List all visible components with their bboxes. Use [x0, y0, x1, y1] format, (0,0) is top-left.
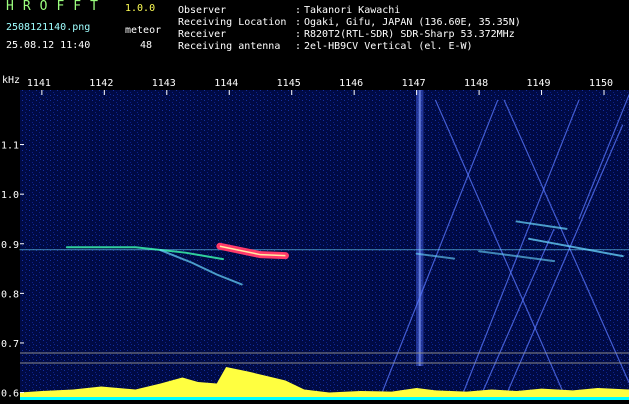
x-tick-label-1146: 1146	[339, 78, 363, 89]
x-tick-label-1148: 1148	[464, 78, 488, 89]
observer-colon: :	[295, 5, 302, 16]
x-tick-label-1149: 1149	[527, 78, 551, 89]
receiver-colon: :	[295, 29, 302, 40]
spectrogram-chart: kHz 1141 1142 1143 1144 1145 1146 1147 1148 1149 1…	[1, 75, 629, 401]
x-tick-label-1142: 1142	[89, 78, 113, 89]
x-tick-label-1145: 1145	[277, 78, 301, 89]
x-tick-label-1150: 1150	[589, 78, 613, 89]
header-panel: HROFFT 1.0.0 2508121140.png 25.08.12 11:…	[0, 0, 629, 74]
app-version: 1.0.0	[125, 3, 156, 14]
meteor-count-value: 48	[140, 40, 153, 51]
y-tick-label-0.6: 0.6	[1, 389, 19, 400]
y-axis-unit: kHz	[2, 75, 20, 86]
receiver-label: Receiver	[178, 29, 227, 40]
location-value: Ogaki, Gifu, JAPAN (136.60E, 35.35N)	[304, 17, 521, 28]
location-colon: :	[295, 17, 302, 28]
x-tick-label-1147: 1147	[402, 78, 426, 89]
y-tick-label-1.1: 1.1	[1, 141, 19, 152]
x-tick-label-1141: 1141	[27, 78, 51, 89]
observer-value: Takanori Kawachi	[304, 5, 401, 16]
receiver-value: R820T2(RTL-SDR) SDR-Sharp 53.372MHz	[304, 29, 515, 40]
y-tick-label-0.7: 0.7	[1, 339, 19, 350]
app-title: HROFFT	[6, 0, 107, 14]
timestamp: 25.08.12 11:40	[6, 40, 91, 51]
observer-label: Observer	[178, 5, 227, 16]
spectrogram-panel: kHz 1141 1142 1143 1144 1145 1146 1147 1148 1149 1…	[0, 74, 629, 401]
x-tick-label-1144: 1144	[214, 78, 238, 89]
antenna-colon: :	[295, 41, 302, 52]
y-tick-label-0.8: 0.8	[1, 289, 19, 300]
antenna-value: 2el-HB9CV Vertical (el. E-W)	[304, 41, 473, 52]
y-tick-label-1.0: 1.0	[1, 190, 19, 201]
antenna-label: Receiving antenna	[178, 41, 281, 52]
x-tick-label-1143: 1143	[152, 78, 176, 89]
vertical-noise-core	[418, 90, 421, 366]
location-label: Receiving Location	[178, 17, 287, 28]
image-filename: 2508121140.png	[6, 22, 91, 33]
meteor-count-label: meteor	[125, 25, 162, 36]
y-tick-label-0.9: 0.9	[1, 240, 19, 251]
